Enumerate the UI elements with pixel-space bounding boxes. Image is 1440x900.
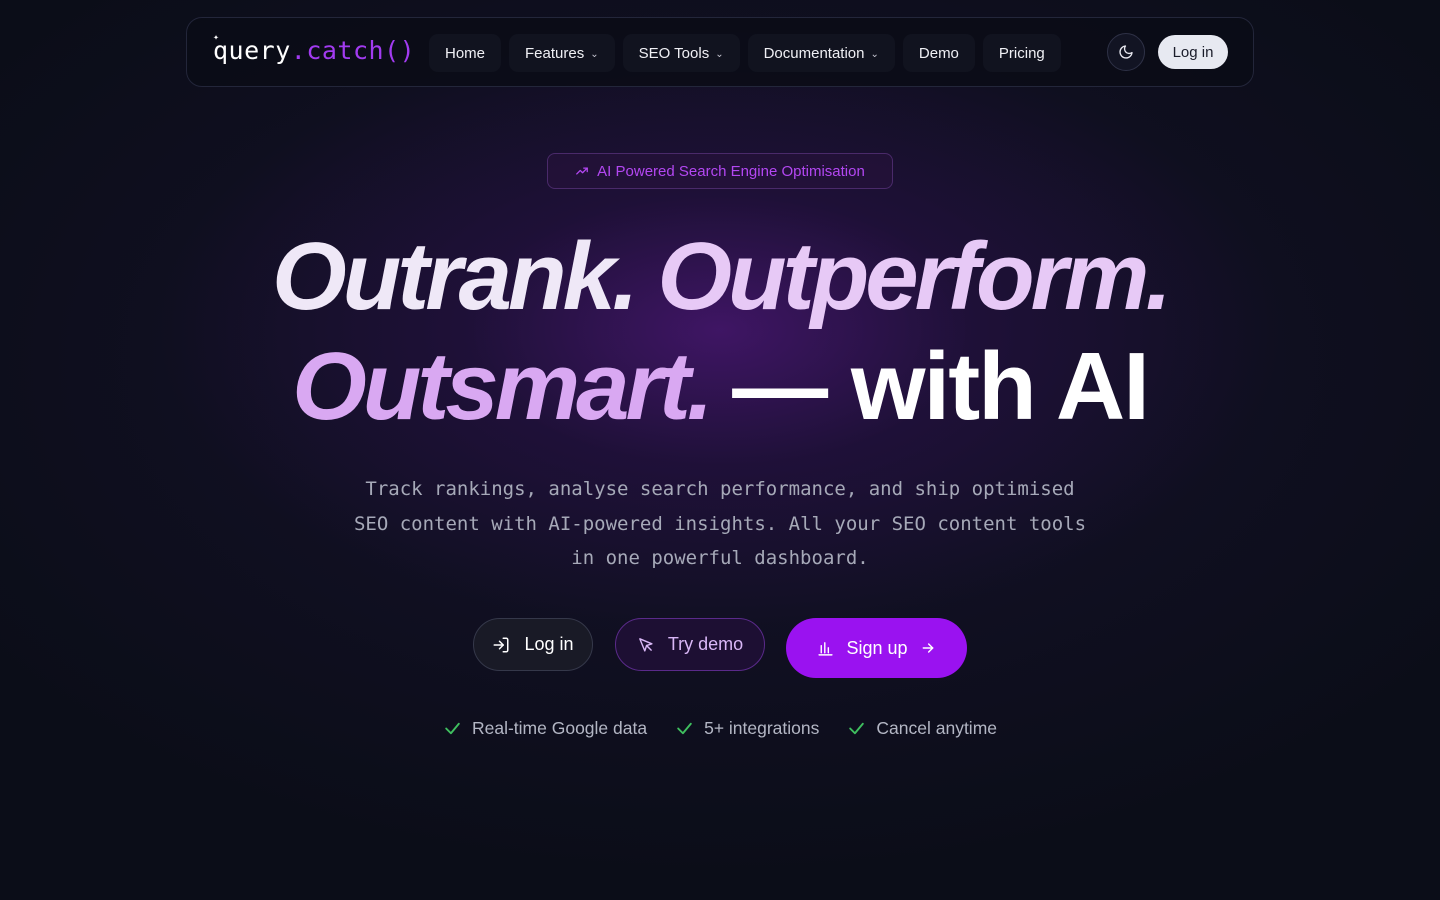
check-icon <box>445 722 460 735</box>
feature-item: Real-time Google data <box>443 718 647 739</box>
demo-label: Try demo <box>667 634 744 654</box>
nav-item-label: Features <box>525 44 585 62</box>
headline-word-outperform: Outperform. <box>657 223 1172 330</box>
chevron-down-icon: ⌄ <box>870 48 879 60</box>
sparkle-icon: ✦ <box>213 32 220 43</box>
bar-chart-icon <box>818 641 834 656</box>
nav-item-label: Pricing <box>998 44 1045 62</box>
top-navbar: ✦ query.catch() Home Features ⌄ SEO Tools… <box>186 17 1254 87</box>
nav-item-features[interactable]: Features ⌄ <box>509 34 615 72</box>
try-demo-button[interactable]: Try demo <box>615 618 765 671</box>
nav-item-label: Demo <box>918 44 959 62</box>
nav-item-documentation[interactable]: Documentation ⌄ <box>747 34 895 72</box>
feature-item: 5+ integrations <box>675 718 819 739</box>
signup-label: Sign up <box>846 637 908 658</box>
cursor-icon <box>638 638 653 652</box>
chevron-down-icon: ⌄ <box>590 48 599 60</box>
sign-up-button[interactable]: Sign up <box>786 618 967 678</box>
logo-text-accent: .catch() <box>290 36 416 65</box>
headline-word-outsmart: Outsmart. <box>292 333 713 440</box>
hero-headline-line1: Outrank. Outperform. <box>0 222 1440 332</box>
description-line: in one powerful dashboard. <box>571 547 869 569</box>
description-line: SEO content with AI-powered insights. Al… <box>353 512 1087 535</box>
logo[interactable]: ✦ query.catch() <box>213 32 416 65</box>
theme-toggle-button[interactable] <box>1107 33 1145 71</box>
feature-list: Real-time Google data 5+ integrations Ca… <box>0 718 1440 739</box>
log-in-icon <box>493 637 509 652</box>
hero-login-button[interactable]: Log in <box>473 618 593 671</box>
feature-label: Cancel anytime <box>876 718 998 738</box>
trending-up-icon <box>576 167 589 175</box>
hero-headline-line2: Outsmart. — with AI <box>0 332 1440 442</box>
moon-icon <box>1119 45 1133 59</box>
nav-login-button[interactable]: Log in <box>1158 35 1228 69</box>
description-line: Track rankings, analyse search performan… <box>365 478 1075 500</box>
check-icon <box>677 722 692 735</box>
nav-item-label: Home <box>445 44 486 62</box>
logo-text-primary: query <box>213 36 291 65</box>
nav-item-pricing[interactable]: Pricing <box>982 34 1061 72</box>
nav-item-label: Documentation <box>763 44 865 62</box>
hero-badge: AI Powered Search Engine Optimisation <box>547 153 893 189</box>
nav-item-label: SEO Tools <box>638 44 710 62</box>
landing-page: ✦ query.catch() Home Features ⌄ SEO Tools… <box>0 0 1440 900</box>
login-label: Log in <box>524 634 574 654</box>
badge-label: AI Powered Search Engine Optimisation <box>597 162 865 180</box>
headline-word-outrank: Outrank. <box>271 223 639 330</box>
headline-tail: — with AI <box>732 333 1150 440</box>
nav-item-seo-tools[interactable]: SEO Tools ⌄ <box>622 34 740 72</box>
check-icon <box>849 722 865 735</box>
feature-item: Cancel anytime <box>847 718 997 739</box>
feature-label: 5+ integrations <box>704 718 820 738</box>
nav-item-home[interactable]: Home <box>429 34 502 72</box>
nav-item-demo[interactable]: Demo <box>902 34 975 72</box>
nav-menu: Home Features ⌄ SEO Tools ⌄ Documentatio… <box>429 34 1061 72</box>
hero-description: Track rankings, analyse search performan… <box>300 472 1140 576</box>
arrow-right-icon <box>922 643 933 653</box>
feature-label: Real-time Google data <box>471 718 648 738</box>
chevron-down-icon: ⌄ <box>715 48 724 60</box>
